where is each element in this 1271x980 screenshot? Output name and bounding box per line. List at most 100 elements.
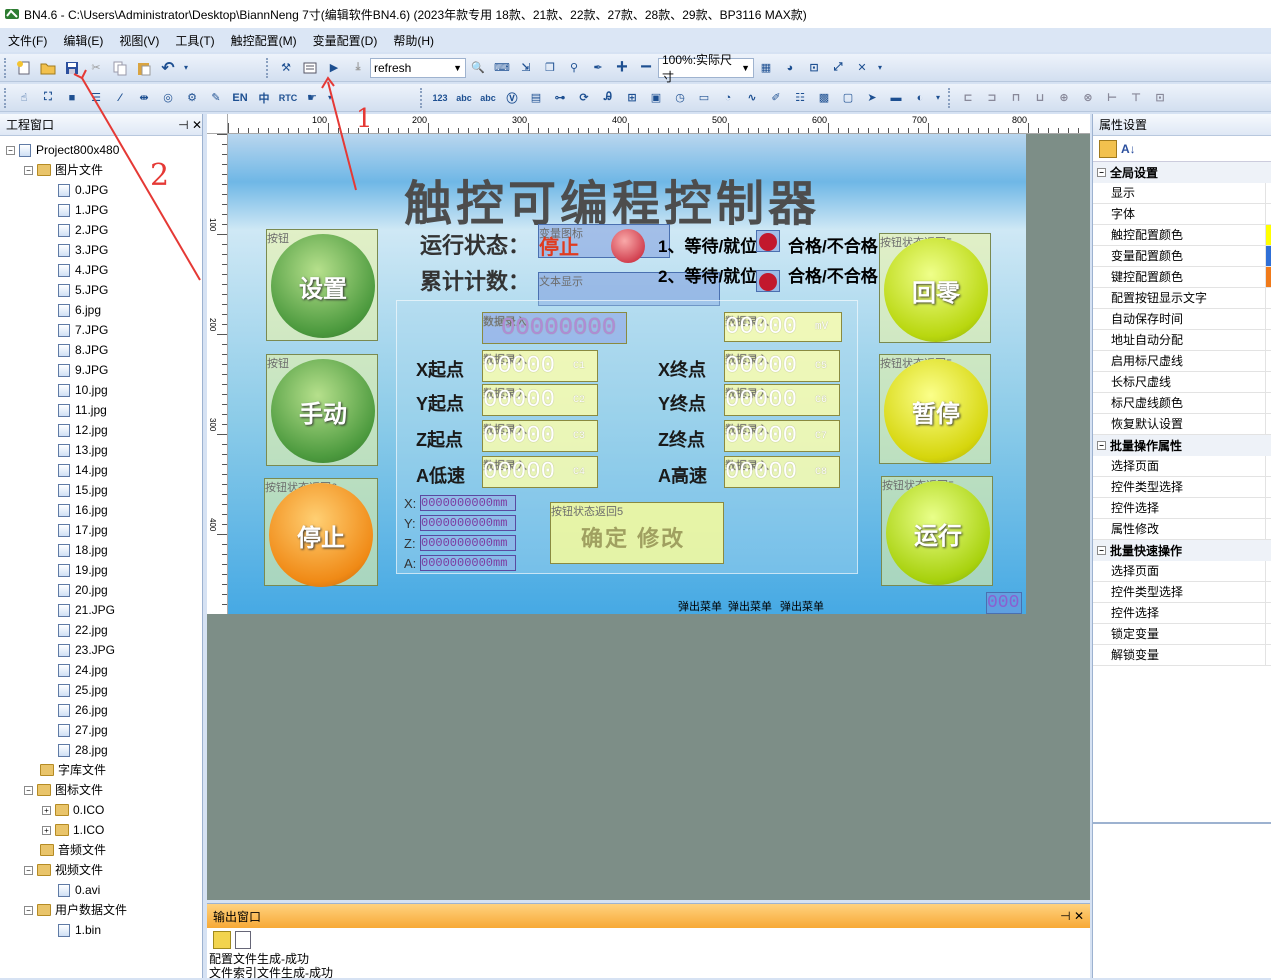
- sort-az-icon[interactable]: A↓: [1121, 142, 1136, 156]
- property-row[interactable]: 解锁变量: [1093, 645, 1271, 666]
- property-section[interactable]: − 全局设置: [1093, 162, 1271, 183]
- toolbar-grip[interactable]: [4, 57, 8, 78]
- top-right-data-entry[interactable]: 数据录入 00000 mV: [724, 312, 842, 342]
- tree-icon-folder[interactable]: +0.ICO: [6, 800, 202, 820]
- toolbar-overflow-icon[interactable]: ▾: [182, 58, 190, 78]
- variable-icon[interactable]: Ⓥ: [502, 88, 522, 108]
- tree-image-file[interactable]: 10.jpg: [6, 380, 202, 400]
- coord-value-display[interactable]: 0000000000mm: [420, 515, 516, 531]
- align-middle-icon[interactable]: ⊗: [1078, 88, 1098, 108]
- property-row[interactable]: 显示: [1093, 183, 1271, 204]
- tree-video-file[interactable]: 0.avi: [6, 880, 202, 900]
- tree-image-file[interactable]: 23.JPG: [6, 640, 202, 660]
- property-row[interactable]: 变量配置颜色: [1093, 246, 1271, 267]
- menu-tools[interactable]: 工具(T): [175, 32, 214, 49]
- tree-folder-fonts[interactable]: 字库文件: [6, 760, 202, 780]
- property-value[interactable]: [1265, 267, 1271, 287]
- align-right-icon[interactable]: ⊐: [982, 88, 1002, 108]
- property-value[interactable]: [1265, 183, 1271, 203]
- toolbar-overflow-icon[interactable]: ▾: [326, 88, 334, 108]
- paste-icon[interactable]: [134, 58, 154, 78]
- confirm-modify-button[interactable]: 按钮状态返回5 确定 修改: [550, 502, 724, 564]
- property-value[interactable]: [1265, 393, 1271, 413]
- toolbar-grip[interactable]: [266, 57, 270, 78]
- expand-toggle-icon[interactable]: −: [24, 165, 33, 175]
- keyboard-icon[interactable]: ⌨: [492, 58, 512, 78]
- menu-variable-config[interactable]: 变量配置(D): [313, 32, 378, 49]
- property-row[interactable]: 属性修改: [1093, 519, 1271, 540]
- param-data-entry[interactable]: 数据录入 00000 c5: [724, 350, 840, 382]
- copy-icon[interactable]: [110, 58, 130, 78]
- same-size-icon[interactable]: ⊡: [1150, 88, 1170, 108]
- property-value[interactable]: [1265, 351, 1271, 371]
- tree-image-file[interactable]: 4.JPG: [6, 260, 202, 280]
- param-data-entry[interactable]: 数据录入 00000 c6: [724, 384, 840, 416]
- property-value[interactable]: [1265, 309, 1271, 329]
- tree-folder-user[interactable]: − 用户数据文件: [6, 900, 202, 920]
- clock-icon[interactable]: ◷: [670, 88, 690, 108]
- property-value[interactable]: [1265, 645, 1271, 665]
- pin-icon[interactable]: ⊣: [178, 118, 188, 132]
- property-value[interactable]: [1265, 603, 1271, 623]
- chart-icon[interactable]: ◔: [718, 88, 738, 108]
- pointer-hand-icon[interactable]: ☛: [302, 88, 322, 108]
- expand-toggle-icon[interactable]: +: [42, 805, 51, 815]
- param-data-entry[interactable]: 数据录入 00000 c3: [482, 420, 598, 452]
- number-display-icon[interactable]: 123: [430, 88, 450, 108]
- tree-image-file[interactable]: 19.jpg: [6, 560, 202, 580]
- toolbar-grip[interactable]: [420, 87, 424, 108]
- property-section[interactable]: − 批量快速操作: [1093, 540, 1271, 561]
- property-row[interactable]: 触控配置颜色: [1093, 225, 1271, 246]
- pen-icon[interactable]: ✐: [766, 88, 786, 108]
- property-value[interactable]: [1265, 561, 1271, 581]
- align-center-icon[interactable]: ⊕: [1054, 88, 1074, 108]
- coord-value-display[interactable]: 0000000000mm: [420, 555, 516, 571]
- tree-image-file[interactable]: 2.JPG: [6, 220, 202, 240]
- settings-tools-icon[interactable]: ✕: [852, 58, 872, 78]
- hmi-page[interactable]: 触控可编程控制器 运行状态： 变量图标 停止 累计计数： 文本显示 1、等待/就…: [228, 134, 1026, 614]
- expand-toggle-icon[interactable]: −: [6, 145, 15, 155]
- tree-image-file[interactable]: 17.jpg: [6, 520, 202, 540]
- clear-output-icon[interactable]: [213, 931, 231, 949]
- tree-image-file[interactable]: 0.JPG: [6, 180, 202, 200]
- window-icon[interactable]: ❐: [540, 58, 560, 78]
- property-row[interactable]: 控件选择: [1093, 498, 1271, 519]
- property-value[interactable]: [1265, 456, 1271, 476]
- arrow-icon[interactable]: ➤: [862, 88, 882, 108]
- align-icon[interactable]: ⇹: [134, 88, 154, 108]
- property-value[interactable]: [1265, 519, 1271, 539]
- tree-image-file[interactable]: 22.jpg: [6, 620, 202, 640]
- expand-toggle-icon[interactable]: −: [24, 785, 33, 795]
- menu-help[interactable]: 帮助(H): [393, 32, 434, 49]
- expand-toggle-icon[interactable]: −: [24, 865, 33, 875]
- toolbar-overflow-icon[interactable]: ▾: [876, 58, 884, 78]
- popup-menu-3[interactable]: 弹出菜单: [780, 598, 824, 614]
- tree-image-file[interactable]: 5.JPG: [6, 280, 202, 300]
- popup-menu-2[interactable]: 弹出菜单: [728, 598, 772, 614]
- property-value[interactable]: [1265, 624, 1271, 644]
- stop-button[interactable]: 按钮状态返回6 停止: [264, 478, 378, 587]
- find-icon[interactable]: 🔍: [468, 58, 488, 78]
- tree-image-file[interactable]: 27.jpg: [6, 720, 202, 740]
- tree-image-file[interactable]: 11.jpg: [6, 400, 202, 420]
- import-icon[interactable]: ⇲: [516, 58, 536, 78]
- property-value[interactable]: [1265, 204, 1271, 224]
- align-bottom-icon[interactable]: ⊔: [1030, 88, 1050, 108]
- text-display-icon[interactable]: abc: [454, 88, 474, 108]
- property-row[interactable]: 恢复默认设置: [1093, 414, 1271, 435]
- english-icon[interactable]: EN: [230, 88, 250, 108]
- property-row[interactable]: 控件类型选择: [1093, 477, 1271, 498]
- zoom-out-icon[interactable]: −: [636, 56, 656, 78]
- cut-icon[interactable]: ✂: [86, 58, 106, 78]
- tree-project[interactable]: − Project800x480: [6, 140, 202, 160]
- property-row[interactable]: 选择页面: [1093, 561, 1271, 582]
- display-icon[interactable]: ▭: [694, 88, 714, 108]
- chinese-icon[interactable]: 中: [254, 88, 274, 108]
- battery-icon[interactable]: ▬: [886, 88, 906, 108]
- tree-image-file[interactable]: 12.jpg: [6, 420, 202, 440]
- property-row[interactable]: 锁定变量: [1093, 624, 1271, 645]
- qrcode-icon[interactable]: ▩: [814, 88, 834, 108]
- tree-image-file[interactable]: 8.JPG: [6, 340, 202, 360]
- tree-image-file[interactable]: 9.JPG: [6, 360, 202, 380]
- rtc-icon[interactable]: RTC: [278, 88, 298, 108]
